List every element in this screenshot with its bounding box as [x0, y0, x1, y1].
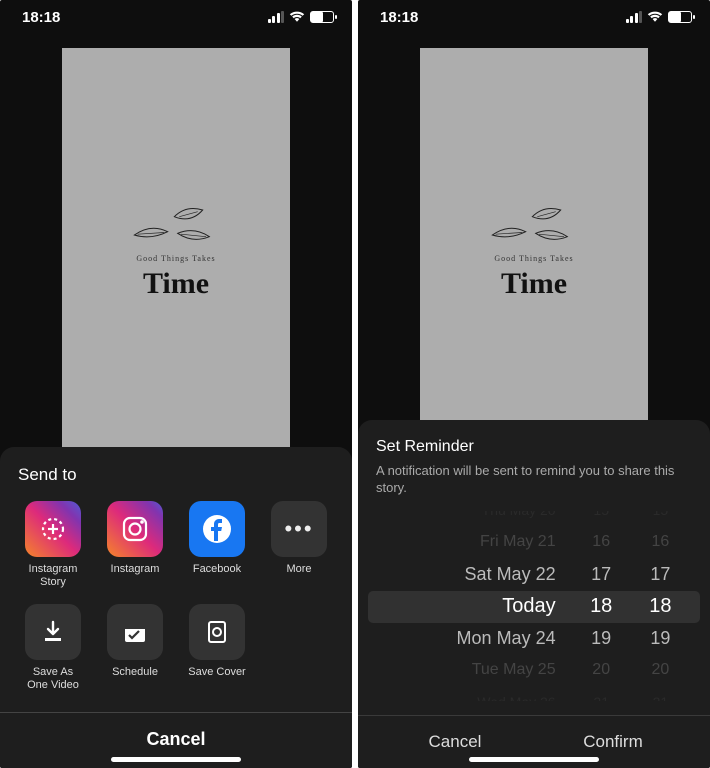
share-grid: Instagram Story Instagram Facebook ••• M… — [14, 501, 338, 692]
share-instagram[interactable]: Instagram — [96, 501, 174, 589]
signal-icon — [626, 11, 643, 23]
picker-minute-column[interactable]: 15 16 17 18 19 20 21 — [631, 511, 690, 701]
status-bar: 18:18 — [0, 0, 352, 34]
phone-left: 18:18 Good Things Takes Time Send to Ins… — [0, 0, 352, 768]
more-icon: ••• — [271, 501, 327, 557]
cancel-button[interactable]: Cancel — [376, 716, 534, 760]
download-icon — [25, 604, 81, 660]
calendar-icon — [107, 604, 163, 660]
datetime-picker[interactable]: Thu May 20 Fri May 21 Sat May 22 Today M… — [368, 511, 700, 701]
send-to-sheet: Send to Instagram Story Instagram Facebo… — [0, 447, 352, 768]
facebook-icon — [189, 501, 245, 557]
share-instagram-story[interactable]: Instagram Story — [14, 501, 92, 589]
schedule-button[interactable]: Schedule — [96, 604, 174, 692]
share-label: Schedule — [112, 666, 158, 690]
share-label: Facebook — [193, 563, 241, 587]
wifi-icon — [647, 11, 663, 23]
cancel-button[interactable]: Cancel — [14, 713, 338, 758]
share-label: Save Cover — [188, 666, 245, 690]
status-icons — [268, 11, 335, 23]
save-cover-button[interactable]: Save Cover — [178, 604, 256, 692]
home-indicator — [111, 757, 241, 762]
story-preview: Good Things Takes Time — [62, 48, 290, 453]
story-preview: Good Things Takes Time — [420, 48, 648, 453]
share-more[interactable]: ••• More — [260, 501, 338, 589]
preview-caption: Good Things Takes — [494, 254, 573, 263]
preview-title: Time — [143, 267, 209, 301]
save-as-one-video[interactable]: Save As One Video — [14, 604, 92, 692]
picker-hour-column[interactable]: 15 16 17 18 19 20 21 — [572, 511, 631, 701]
phone-right: 18:18 Good Things Takes Time Set Reminde… — [358, 0, 710, 768]
status-icons — [626, 11, 693, 23]
reminder-subtitle: A notification will be sent to remind yo… — [376, 462, 692, 497]
share-label: Save As One Video — [27, 666, 79, 692]
share-label: More — [286, 563, 311, 587]
home-indicator — [469, 757, 599, 762]
share-label: Instagram Story — [29, 563, 78, 589]
signal-icon — [268, 11, 285, 23]
preview-title: Time — [501, 267, 567, 301]
preview-caption: Good Things Takes — [136, 254, 215, 263]
leaves-icon — [484, 200, 584, 250]
status-time: 18:18 — [22, 9, 60, 26]
reminder-title: Set Reminder — [376, 438, 692, 456]
instagram-icon — [107, 501, 163, 557]
status-time: 18:18 — [380, 9, 418, 26]
share-label: Instagram — [111, 563, 160, 587]
battery-icon — [668, 11, 692, 23]
leaves-icon — [126, 200, 226, 250]
instagram-story-icon — [25, 501, 81, 557]
share-facebook[interactable]: Facebook — [178, 501, 256, 589]
wifi-icon — [289, 11, 305, 23]
picker-day-column[interactable]: Thu May 20 Fri May 21 Sat May 22 Today M… — [378, 511, 572, 701]
reminder-sheet: Set Reminder A notification will be sent… — [358, 420, 710, 768]
sheet-title: Send to — [14, 465, 338, 485]
status-bar: 18:18 — [358, 0, 710, 34]
save-cover-icon — [189, 604, 245, 660]
battery-icon — [310, 11, 334, 23]
confirm-button[interactable]: Confirm — [534, 716, 692, 760]
